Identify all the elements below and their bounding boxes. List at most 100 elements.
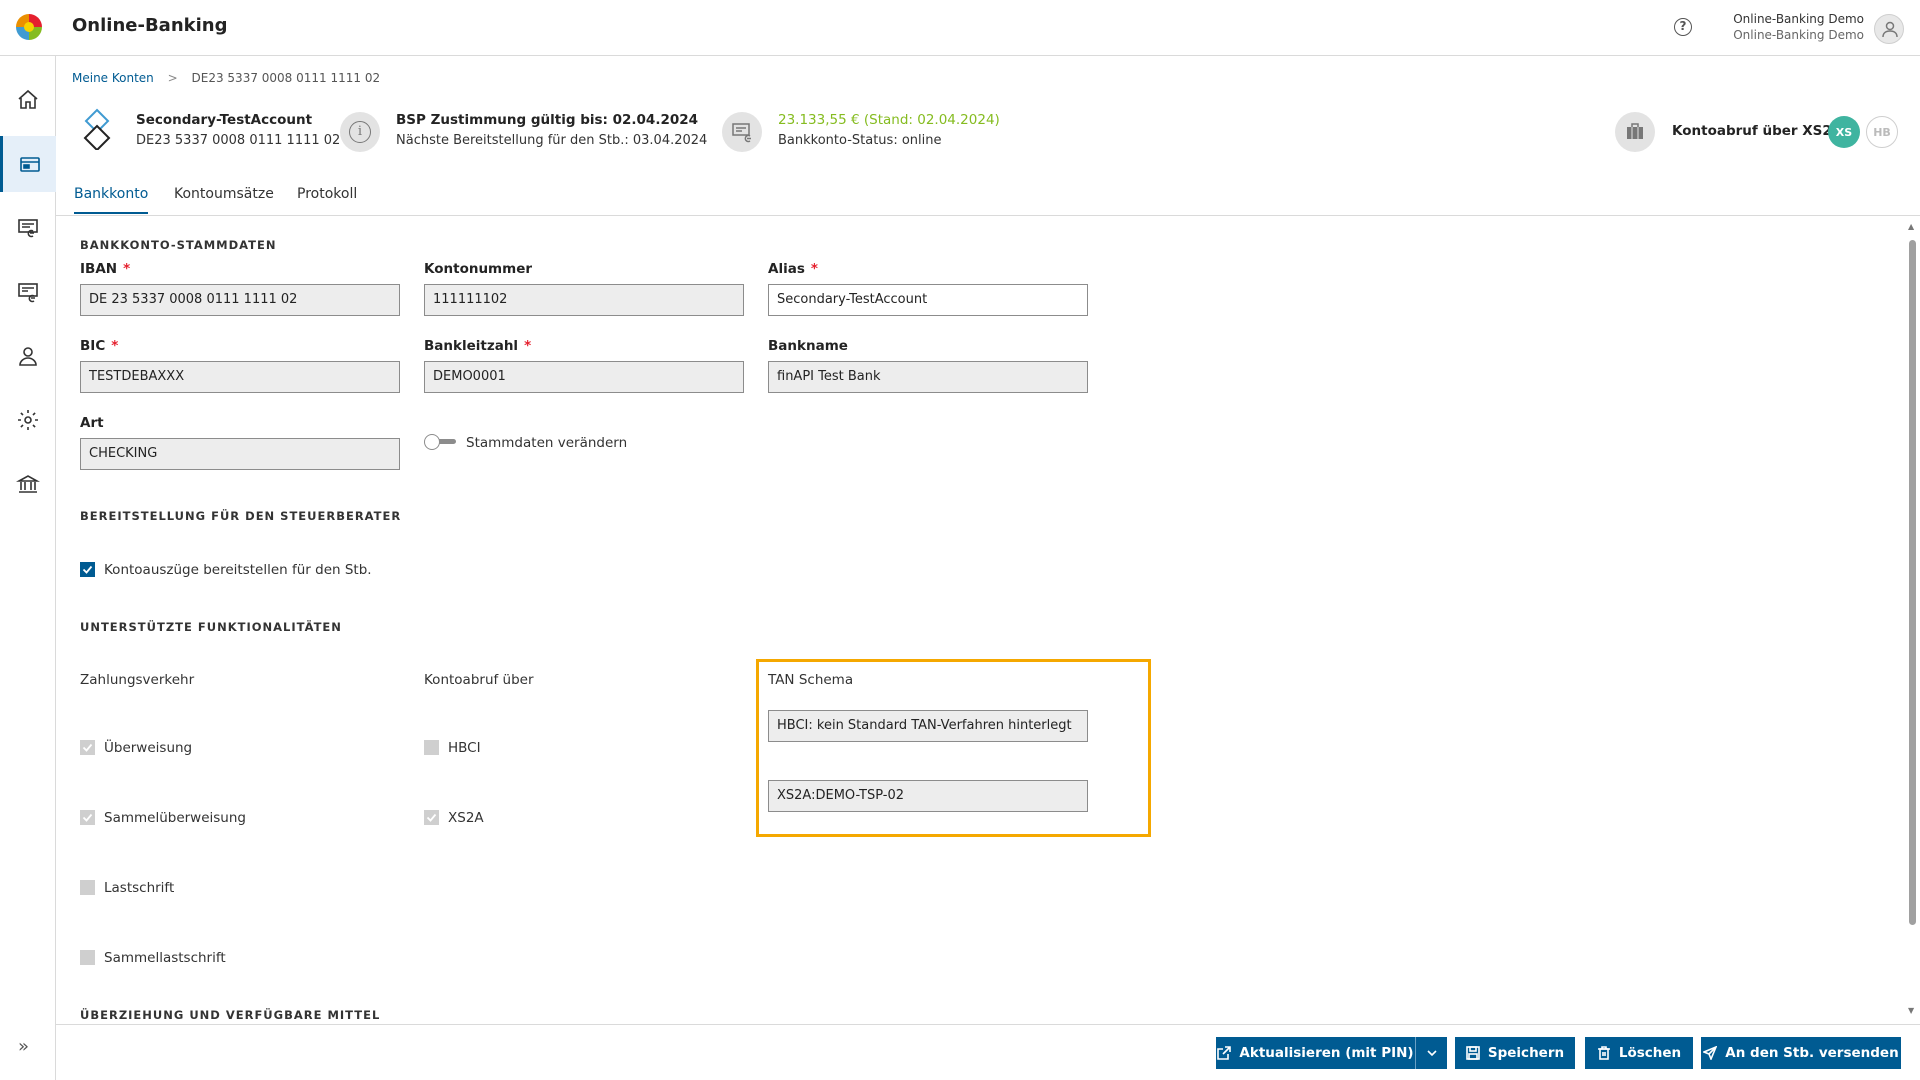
statement-euro-icon (18, 283, 38, 303)
hbci-label: HBCI (448, 740, 481, 756)
aktualisieren-label: Aktualisieren (mit PIN) (1239, 1045, 1414, 1061)
user-info[interactable]: Online-Banking Demo Online-Banking Demo (1733, 11, 1864, 43)
scroll-up-icon[interactable]: ▲ (1908, 222, 1914, 231)
alias-field[interactable]: Secondary-TestAccount (768, 284, 1088, 316)
tab-kontoumsaetze[interactable]: Kontoumsätze (174, 186, 274, 212)
ueberweisung-checkbox[interactable] (80, 740, 95, 755)
kontonummer-field[interactable]: 111111102 (424, 284, 744, 316)
iban-label: IBAN * (80, 261, 130, 277)
account-diamond-icon (82, 108, 112, 154)
info-icon: i (340, 112, 380, 152)
sammelueberweisung-checkbox[interactable] (80, 810, 95, 825)
lastschrift-checkbox[interactable] (80, 880, 95, 895)
external-link-icon (1217, 1046, 1232, 1060)
app-title: Online-Banking (72, 15, 228, 36)
blz-label: Bankleitzahl * (424, 338, 531, 354)
scrollbar-thumb[interactable] (1909, 240, 1916, 925)
alias-label-text: Alias (768, 261, 805, 277)
kontoabruf-label: Kontoabruf über (424, 672, 534, 688)
bankname-field[interactable]: finAPI Test Bank (768, 361, 1088, 393)
sammellastschrift-label: Sammellastschrift (104, 950, 226, 966)
iban-field[interactable]: DE 23 5337 0008 0111 1111 02 (80, 284, 400, 316)
scroll-down-icon[interactable]: ▼ (1908, 1006, 1914, 1015)
hbci-checkbox[interactable] (424, 740, 439, 755)
ueberweisung-label: Überweisung (104, 740, 193, 756)
section-ueberziehung-title: ÜBERZIEHUNG UND VERFÜGBARE MITTEL (80, 1008, 381, 1022)
account-balance: 23.133,55 € (Stand: 02.04.2024) (778, 112, 1000, 128)
stammdaten-toggle-label: Stammdaten verändern (466, 435, 628, 451)
blz-field[interactable]: DEMO0001 (424, 361, 744, 393)
xs2a-checkbox[interactable] (424, 810, 439, 825)
sammelueberweisung-label: Sammelüberweisung (104, 810, 246, 826)
section-funktionen-title: UNTERSTÜTZTE FUNKTIONALITÄTEN (80, 620, 342, 634)
account-name: Secondary-TestAccount (136, 112, 313, 128)
required-mark: * (111, 338, 119, 354)
section-stammdaten-title: BANKKONTO-STAMMDATEN (80, 238, 277, 252)
briefcase-icon (1615, 112, 1655, 152)
invoice-euro-icon (18, 219, 38, 238)
alias-label: Alias * (768, 261, 818, 277)
bank-icon (16, 475, 40, 493)
versenden-button[interactable]: An den Stb. versenden (1701, 1037, 1901, 1069)
account-status: Bankkonto-Status: online (778, 133, 942, 148)
iban-label-text: IBAN (80, 261, 118, 277)
tan-hbci-field[interactable]: HBCI: kein Standard TAN-Verfahren hinter… (768, 710, 1088, 742)
speichern-label: Speichern (1487, 1045, 1565, 1061)
sidebar-item-banks[interactable] (0, 456, 56, 512)
aktualisieren-dropdown-button[interactable] (1416, 1037, 1447, 1069)
sidebar-item-settings[interactable] (0, 392, 56, 448)
sidebar-expand-icon[interactable]: » (18, 1036, 29, 1057)
kontoauszuege-checkbox[interactable] (80, 562, 95, 577)
tan-schema-label: TAN Schema (768, 672, 854, 688)
bic-field[interactable]: TESTDEBAXXX (80, 361, 400, 393)
save-icon (1466, 1046, 1480, 1060)
sidebar-item-accounts[interactable] (0, 136, 56, 192)
sidebar-item-users[interactable] (0, 328, 56, 384)
bsp-next-delivery: Nächste Bereitstellung für den Stb.: 03.… (396, 133, 708, 148)
versenden-label: An den Stb. versenden (1725, 1045, 1899, 1061)
bic-label-text: BIC (80, 338, 106, 354)
send-icon (1703, 1046, 1718, 1060)
breadcrumb: Meine Konten > DE23 5337 0008 0111 1111 … (72, 71, 380, 85)
bsp-consent: BSP Zustimmung gültig bis: 02.04.2024 (396, 112, 699, 128)
gear-icon (18, 410, 38, 430)
bic-label: BIC * (80, 338, 118, 354)
art-field[interactable]: CHECKING (80, 438, 400, 470)
app-logo (16, 14, 42, 40)
sammellastschrift-checkbox[interactable] (80, 950, 95, 965)
art-label: Art (80, 415, 104, 431)
stammdaten-toggle[interactable] (424, 434, 456, 450)
speichern-button[interactable]: Speichern (1455, 1037, 1575, 1069)
loeschen-label: Löschen (1618, 1045, 1682, 1061)
wallet-icon (19, 157, 40, 172)
required-mark: * (123, 261, 131, 277)
tab-protokoll[interactable]: Protokoll (297, 186, 357, 212)
lastschrift-label: Lastschrift (104, 880, 175, 896)
user-icon (19, 347, 37, 366)
user-avatar-icon[interactable] (1874, 14, 1904, 44)
trash-icon (1597, 1046, 1610, 1060)
tan-xs2a-field[interactable]: XS2A:DEMO-TSP-02 (768, 780, 1088, 812)
chevron-right-icon: > (167, 71, 178, 85)
required-mark: * (524, 338, 532, 354)
badge-hbci: HB (1866, 116, 1898, 148)
aktualisieren-button[interactable]: Aktualisieren (mit PIN) (1216, 1037, 1415, 1069)
loeschen-button[interactable]: Löschen (1585, 1037, 1693, 1069)
required-mark: * (810, 261, 818, 277)
zahlungsverkehr-label: Zahlungsverkehr (80, 672, 195, 688)
kontoabruf-method: Kontoabruf über XS2A (1672, 123, 1843, 139)
sidebar-item-payments[interactable] (0, 200, 56, 256)
badge-xs2a: XS (1828, 116, 1860, 148)
chevron-down-icon (1426, 1050, 1437, 1057)
sidebar-item-transfers[interactable] (0, 264, 56, 320)
user-name: Online-Banking Demo (1733, 12, 1864, 26)
breadcrumb-root-link[interactable]: Meine Konten (72, 71, 154, 85)
tab-bar: Bankkonto Kontoumsätze Protokoll (56, 178, 1920, 216)
breadcrumb-current: DE23 5337 0008 0111 1111 02 (191, 71, 381, 85)
info-glyph: i (349, 121, 371, 143)
sidebar-item-home[interactable] (0, 72, 56, 128)
tab-bankkonto[interactable]: Bankkonto (74, 186, 149, 214)
kontoauszuege-label: Kontoauszüge bereitstellen für den Stb. (104, 562, 372, 578)
help-icon[interactable]: ? (1674, 18, 1692, 36)
kontonummer-label: Kontonummer (424, 261, 533, 277)
